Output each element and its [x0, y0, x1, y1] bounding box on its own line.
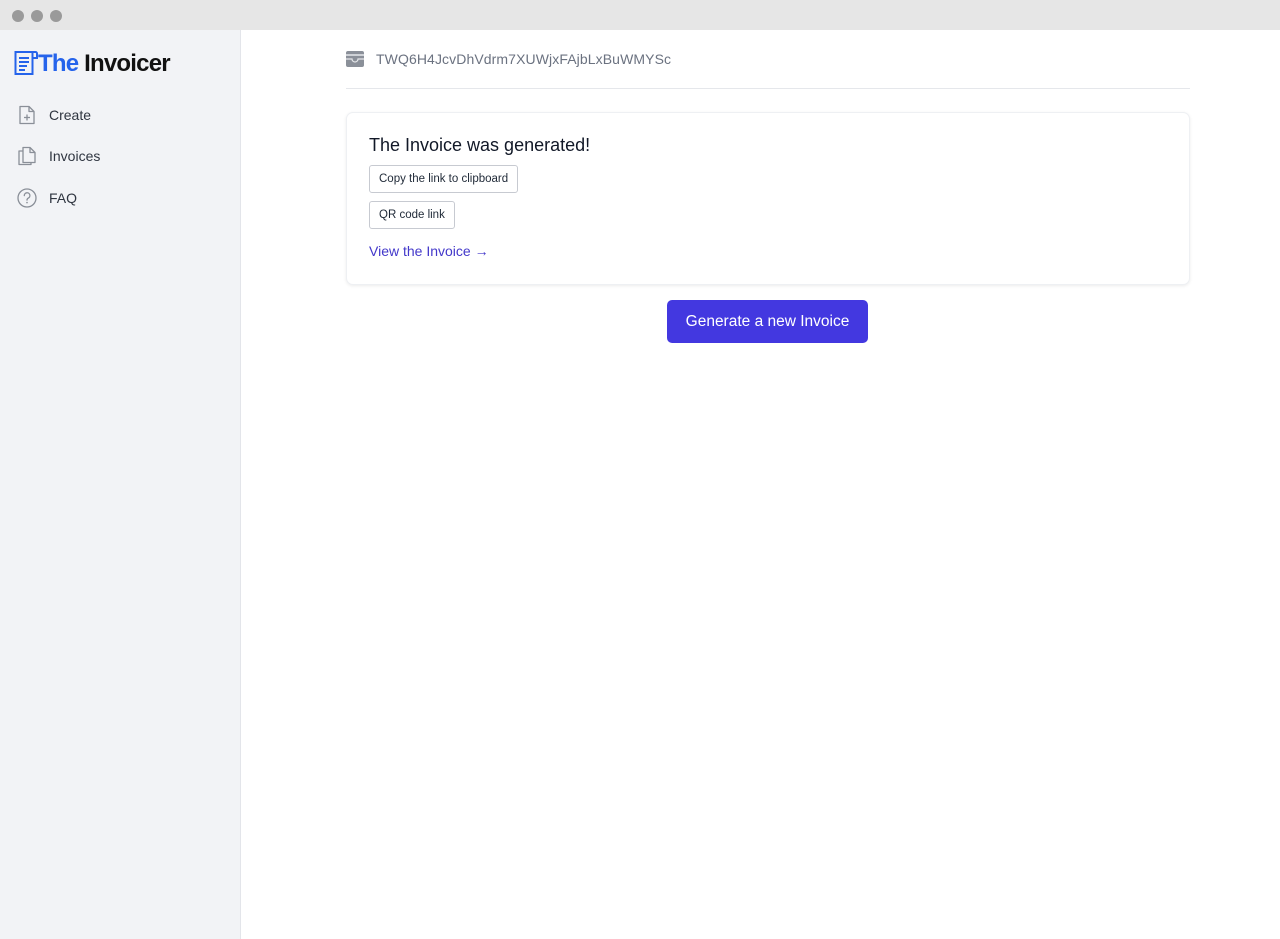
sidebar-item-invoices[interactable]: Invoices	[16, 145, 100, 167]
sidebar-item-label: FAQ	[49, 190, 78, 206]
window-close-dot[interactable]	[12, 10, 24, 22]
documents-icon	[18, 146, 36, 166]
invoice-result-card: The Invoice was generated! Copy the link…	[346, 112, 1190, 285]
wallet-address[interactable]: TWQ6H4JcvDhVdrm7XUWjxFAjbLxBuWMYSc	[376, 51, 671, 67]
main-content: TWQ6H4JcvDhVdrm7XUWjxFAjbLxBuWMYSc The I…	[241, 30, 1280, 939]
window-titlebar	[0, 0, 1280, 30]
file-plus-icon	[19, 105, 35, 125]
logo-text-prefix: The	[38, 50, 79, 77]
view-invoice-link[interactable]: View the Invoice →	[369, 243, 489, 259]
receipt-icon	[14, 51, 38, 75]
qr-code-link-button[interactable]: QR code link	[369, 201, 455, 229]
account-bar: TWQ6H4JcvDhVdrm7XUWjxFAjbLxBuWMYSc	[346, 30, 1190, 89]
sidebar-item-faq[interactable]: FAQ	[16, 187, 77, 209]
sidebar-item-create[interactable]: Create	[16, 104, 91, 126]
logo-text: The Invoicer	[38, 50, 171, 78]
logo-text-suffix: Invoicer	[84, 50, 170, 77]
app-logo[interactable]: The Invoicer	[14, 46, 171, 78]
window-minimize-dot[interactable]	[31, 10, 43, 22]
question-circle-icon	[17, 188, 37, 208]
sidebar: The Invoicer Create Invoices FAQ	[0, 30, 241, 939]
sidebar-item-label: Invoices	[49, 148, 101, 164]
generate-new-invoice-button[interactable]: Generate a new Invoice	[667, 300, 868, 343]
copy-link-button[interactable]: Copy the link to clipboard	[369, 165, 519, 193]
sidebar-item-label: Create	[49, 107, 92, 123]
result-title: The Invoice was generated!	[369, 135, 591, 155]
window-maximize-dot[interactable]	[50, 10, 62, 22]
wallet-icon	[346, 51, 364, 67]
